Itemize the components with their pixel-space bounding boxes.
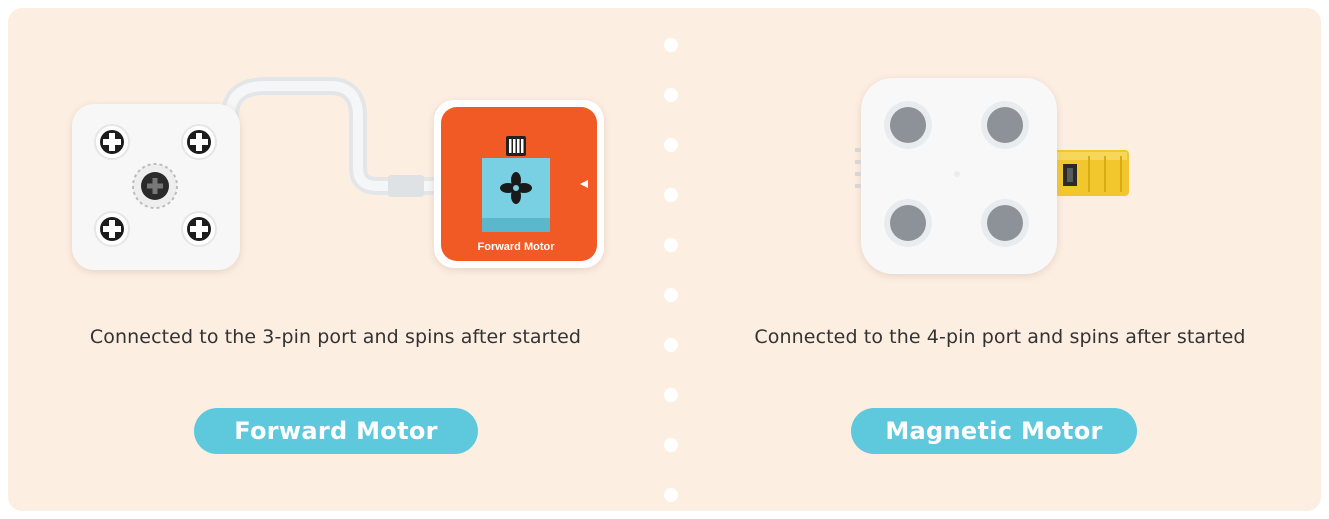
- ribbon-cable: [221, 77, 447, 197]
- magnetic-motor-caption: Connected to the 4-pin port and spins af…: [754, 326, 1246, 348]
- forward-motor-caption: Connected to the 3-pin port and spins af…: [89, 326, 582, 348]
- forward-motor-illustration: Forward Motor: [72, 77, 604, 270]
- magnetic-motor-section: Connected to the 4-pin port and spins af…: [679, 8, 1321, 511]
- forward-motor-button[interactable]: Forward Motor: [194, 408, 478, 454]
- dotted-divider: [663, 38, 679, 508]
- forward-motor-section: Forward Motor Connected to the 3-pin por…: [8, 8, 663, 511]
- magnetic-motor-illustration: [855, 78, 1129, 274]
- fan-icon: [500, 172, 532, 204]
- connector-plug: [1049, 150, 1129, 196]
- forward-motor-device: Forward Motor: [434, 100, 604, 268]
- magnetic-motor-button[interactable]: Magnetic Motor: [851, 408, 1137, 454]
- device-label: Forward Motor: [478, 241, 556, 253]
- comparison-panel: Forward Motor Connected to the 3-pin por…: [8, 8, 1321, 511]
